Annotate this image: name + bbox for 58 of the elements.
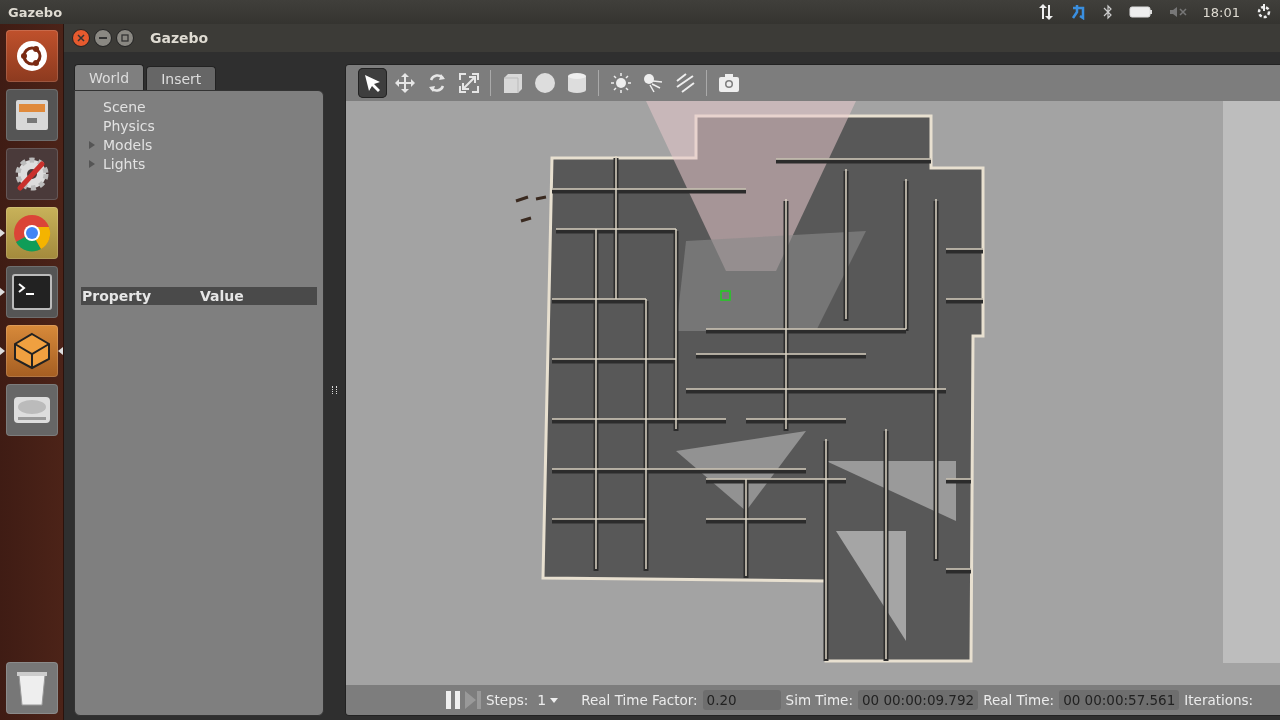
tree-item[interactable]: Models [103,136,153,153]
launcher-item[interactable] [5,148,58,200]
pointer-icon [362,73,383,93]
move-arrows-icon [393,72,416,94]
column-header: Property [81,288,153,304]
maximize-button[interactable] [116,29,134,47]
launcher-item[interactable] [5,325,58,377]
field-label: Real Time Factor: [581,692,698,708]
close-button[interactable] [72,29,90,47]
launcher-item[interactable] [5,384,58,436]
trash-icon [14,669,49,707]
field-label: Real Time: [983,692,1055,708]
camera-icon [717,73,740,93]
terminal-icon [11,274,52,310]
iterations-label: Iterations: [1184,692,1254,708]
sphere-icon [533,72,556,94]
tool-button[interactable] [358,68,387,98]
sun-icon [609,72,632,94]
cube-icon [501,72,524,94]
field-label: Sim Time: [785,692,853,708]
steps-spinner[interactable]: 1 [533,692,563,708]
clock[interactable]: 18:01 [1202,4,1240,20]
minimize-icon [99,37,107,39]
bluetooth-icon[interactable] [1102,4,1113,20]
tab[interactable]: Insert [146,66,217,90]
pause-icon [446,691,460,709]
close-icon [77,34,85,42]
column-header: Value [199,288,245,304]
launcher-item[interactable] [5,30,58,82]
steps-label: Steps: [486,692,529,708]
pause-button[interactable] [446,691,460,709]
app-name: Gazebo [8,4,63,20]
step-forward-icon [465,691,481,709]
launcher-item[interactable] [5,89,58,141]
spotlight-icon [641,72,664,94]
launcher-item[interactable] [5,207,58,259]
caret-icon [550,697,559,703]
splitter-handle[interactable] [332,386,337,394]
power-gear-icon[interactable] [1256,4,1272,20]
window-title: Gazebo [150,30,209,46]
battery-icon[interactable] [1128,6,1153,18]
speaker-muted-icon[interactable] [1168,6,1187,18]
tree-item[interactable]: Lights [103,155,146,172]
chrome-icon [11,213,52,253]
scale-icon [457,72,480,94]
maximize-icon [121,34,129,42]
launcher-item[interactable] [5,266,58,318]
minimize-button[interactable] [94,29,112,47]
readout-field: 00 00:00:09.792 [857,690,979,710]
input-method-icon[interactable] [1070,4,1087,20]
cylinder-icon [566,72,587,94]
readout-field: 0.20 [702,690,781,710]
tree-item[interactable]: Physics [103,117,155,134]
readout-field: 00 00:00:57.561 [1059,690,1180,710]
launcher-item[interactable] [5,662,58,714]
tree-item[interactable]: Scene [103,98,146,115]
tab[interactable]: World [74,64,145,90]
gazebo-cube-icon [11,331,52,371]
